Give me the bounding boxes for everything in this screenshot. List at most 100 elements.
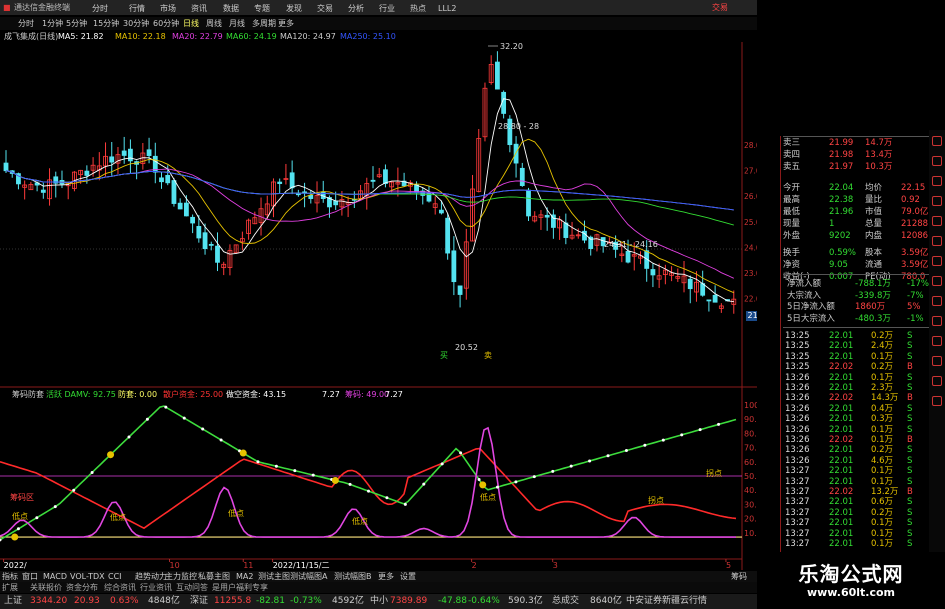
tick-row: 13:26 22.01 0.1万 S	[783, 425, 929, 435]
main-menu-item-0[interactable]: 分时	[92, 3, 108, 15]
tick-time: 13:26	[785, 445, 810, 456]
info-tab-6[interactable]: 是用户福利专享	[212, 582, 268, 593]
buy-area-label: 筹码区	[10, 492, 34, 502]
green-dot	[440, 462, 444, 466]
info-tab-0[interactable]: 扩展	[2, 582, 18, 593]
period-8[interactable]: 月线	[229, 17, 245, 30]
tick-row: 13:26 22.01 4.6万 S	[783, 456, 929, 466]
side-tool-icon[interactable]	[932, 236, 942, 246]
f10-tab[interactable]: 筹码	[731, 571, 747, 582]
side-tool-icon[interactable]	[932, 136, 942, 146]
period-7[interactable]: 周线	[206, 17, 222, 30]
main-menu-item-1[interactable]: 行情	[129, 3, 145, 15]
green-dot	[16, 527, 20, 531]
indicator-tab-4[interactable]: CCI	[108, 571, 122, 582]
main-menu-item-8[interactable]: 分析	[348, 3, 364, 15]
ind-tick-5: 50.00	[744, 472, 757, 481]
side-tool-icon[interactable]	[932, 276, 942, 286]
quote-vol: 流通	[865, 260, 883, 271]
side-tool-icon[interactable]	[932, 356, 942, 366]
tick-row: 13:26 22.01 0.1万 S	[783, 373, 929, 383]
tick-price: 22.01	[829, 539, 854, 549]
period-6[interactable]: 日线	[183, 17, 199, 30]
info-tab-4[interactable]: 行业资讯	[140, 582, 172, 593]
tick-bs: S	[907, 445, 913, 456]
tick-bs: S	[907, 351, 913, 362]
info-tab-2[interactable]: 资金分布	[66, 582, 98, 593]
indicator-tab-2[interactable]: MACD	[43, 571, 67, 582]
tick-time: 13:25	[785, 351, 810, 362]
range-label: 24.31 - 24.16	[604, 240, 658, 249]
quote-row-6: 现量 1 总量 21288	[783, 219, 929, 229]
main-menu-item-2[interactable]: 市场	[160, 3, 176, 15]
period-9[interactable]: 多周期	[252, 17, 276, 30]
side-tool-icon[interactable]	[932, 176, 942, 186]
indicator-tab-0[interactable]: 指标	[2, 571, 18, 582]
side-tool-icon[interactable]	[932, 336, 942, 346]
time-tick-2: 11	[243, 561, 253, 570]
candle-body	[84, 170, 90, 176]
main-menu-item-7[interactable]: 交易	[317, 3, 333, 15]
period-10[interactable]: 更多	[278, 17, 294, 30]
indicator-tab-1[interactable]: 窗口	[22, 571, 38, 582]
quote-value: 1	[829, 218, 835, 229]
tick-price: 22.01	[829, 331, 854, 341]
side-tool-icon[interactable]	[932, 196, 942, 206]
green-dot	[145, 417, 149, 421]
period-0[interactable]: 分时	[18, 17, 34, 30]
main-menu-item-10[interactable]: 热点	[410, 3, 426, 15]
main-menu-item-4[interactable]: 数据	[223, 3, 239, 15]
status-item-13: -0.64%	[468, 596, 500, 606]
indicator-tab-3[interactable]: VOL-TDX	[70, 571, 105, 582]
tick-time: 13:27	[785, 466, 810, 477]
info-tab-5[interactable]: 互动问答	[176, 582, 208, 593]
period-5[interactable]: 60分钟	[153, 17, 179, 30]
flow-pct: 5%	[907, 302, 921, 312]
indicator-tab-12[interactable]: 更多	[378, 571, 394, 582]
period-4[interactable]: 30分钟	[123, 17, 149, 30]
indicator-tab-10[interactable]: 测试幅图A	[290, 571, 327, 582]
period-2[interactable]: 5分钟	[66, 17, 87, 30]
main-menu-item-11[interactable]: LLL2	[438, 3, 456, 15]
quote-value: 21.97	[829, 161, 854, 172]
tick-bs: B	[907, 362, 913, 373]
info-tab-1[interactable]: 关联报价	[30, 582, 62, 593]
main-menu-item-9[interactable]: 行业	[379, 3, 395, 15]
main-menu-item-3[interactable]: 资讯	[191, 3, 207, 15]
tick-time: 13:26	[785, 372, 810, 383]
side-tool-icon[interactable]	[932, 316, 942, 326]
status-item-7: -82.81	[256, 596, 286, 606]
period-1[interactable]: 1分钟	[42, 17, 63, 30]
indicator-tab-8[interactable]: MA2	[236, 571, 253, 582]
main-menu-item-6[interactable]: 发现	[286, 3, 302, 15]
candle-body	[451, 250, 457, 283]
tick-row: 13:27 22.01 0.1万 S	[783, 477, 929, 487]
tick-price: 22.01	[829, 403, 854, 414]
indicator-tab-6[interactable]: 主力监控	[165, 571, 197, 582]
quote-label: 最高	[783, 195, 801, 206]
tick-vol: 0.1万	[871, 351, 894, 362]
tick-bs: B	[907, 435, 913, 445]
status-item-4: 4848亿	[148, 596, 180, 606]
indicator-tab-7[interactable]: 私募主图	[198, 571, 230, 582]
indicator-tab-9[interactable]: 测试主图	[258, 571, 290, 582]
candle-body	[308, 194, 314, 199]
chart-canvas[interactable]: 28.00 27.00 26.00 25.00 24.00 23.00 22.00 32.20…	[0, 0, 757, 571]
side-tool-icon[interactable]	[932, 296, 942, 306]
tick-row: 13:27 22.01 0.1万 S	[783, 518, 929, 528]
period-3[interactable]: 15分钟	[93, 17, 119, 30]
side-tool-icon[interactable]	[932, 256, 942, 266]
status-item-11: 7389.89	[390, 596, 428, 606]
green-dot	[551, 469, 555, 473]
indicator-tab-5[interactable]: 趋势动力	[135, 571, 167, 582]
info-tab-3[interactable]: 综合资讯	[104, 582, 136, 593]
quote-label: 换手	[783, 248, 801, 259]
indicator-tab-13[interactable]: 设置	[400, 571, 416, 582]
side-tool-icon[interactable]	[932, 216, 942, 226]
side-tool-icon[interactable]	[932, 376, 942, 386]
main-menu-item-5[interactable]: 专题	[254, 3, 270, 15]
indicator-tab-11[interactable]: 测试幅图B	[334, 571, 372, 582]
candle-body	[650, 269, 656, 276]
side-tool-icon[interactable]	[932, 156, 942, 166]
side-tool-icon[interactable]	[932, 396, 942, 406]
